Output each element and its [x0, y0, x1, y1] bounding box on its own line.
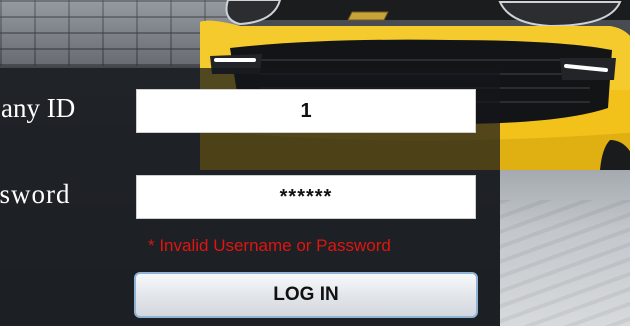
password-label: ssword	[0, 179, 71, 209]
road-texture	[500, 200, 630, 326]
login-screen: npany ID ssword * Invalid Username or Pa…	[0, 0, 630, 326]
company-id-label: npany ID	[0, 93, 76, 123]
login-button[interactable]: LOG IN	[134, 272, 478, 318]
error-message: * Invalid Username or Password	[148, 236, 391, 255]
password-input[interactable]	[136, 175, 476, 219]
company-id-input[interactable]	[136, 89, 476, 133]
